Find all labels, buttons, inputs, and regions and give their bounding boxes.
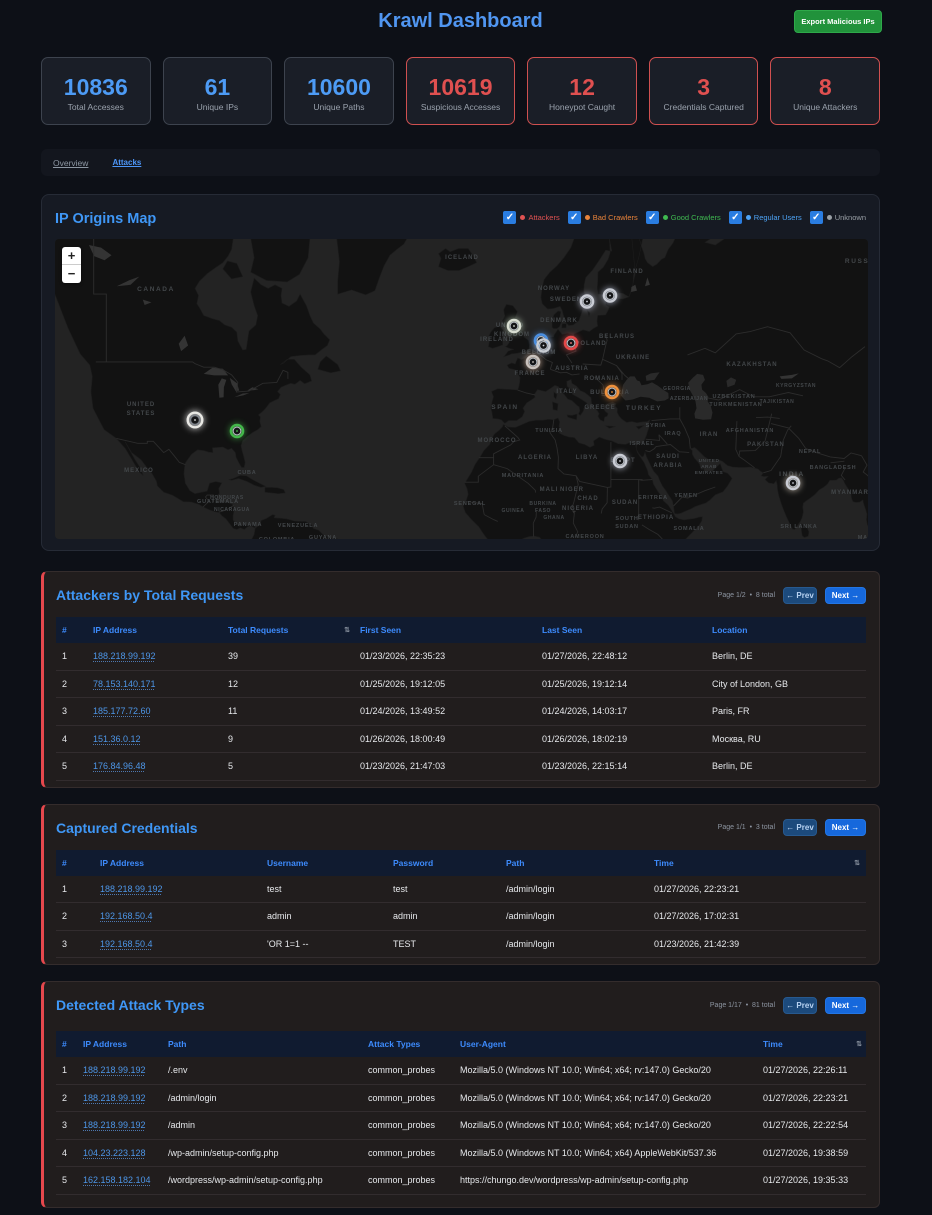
svg-text:MOROCCO: MOROCCO — [478, 438, 517, 444]
svg-text:CANADA: CANADA — [137, 286, 175, 293]
svg-text:GHANA: GHANA — [543, 515, 564, 521]
svg-text:SYRIA: SYRIA — [646, 423, 667, 429]
svg-text:CAMEROON: CAMEROON — [565, 534, 604, 539]
svg-text:VENEZUELA: VENEZUELA — [278, 523, 319, 529]
svg-text:NICARAGUA: NICARAGUA — [214, 507, 250, 513]
svg-text:TUNISIA: TUNISIA — [535, 428, 563, 434]
svg-text:GREECE: GREECE — [584, 405, 615, 411]
svg-text:AUSTRIA: AUSTRIA — [555, 366, 589, 372]
svg-text:SUDAN: SUDAN — [615, 524, 639, 530]
svg-text:ARABIA: ARABIA — [653, 463, 682, 469]
svg-text:TURKEY: TURKEY — [626, 405, 662, 412]
svg-text:UKRAINE: UKRAINE — [616, 355, 650, 361]
svg-text:ARAB: ARAB — [701, 464, 717, 470]
svg-text:NEPAL: NEPAL — [799, 449, 821, 455]
svg-text:COLOMBIA: COLOMBIA — [259, 537, 295, 539]
svg-text:AFGHANISTAN: AFGHANISTAN — [726, 428, 774, 434]
svg-text:SPAIN: SPAIN — [491, 404, 518, 411]
svg-text:NIGERIA: NIGERIA — [562, 506, 594, 512]
svg-text:ALGERIA: ALGERIA — [518, 455, 552, 461]
svg-text:ISRAEL: ISRAEL — [630, 441, 655, 447]
svg-text:GEORGIA: GEORGIA — [663, 386, 691, 392]
svg-text:ETHIOPIA: ETHIOPIA — [638, 515, 674, 521]
svg-text:STATES: STATES — [127, 411, 156, 417]
svg-text:UNITED: UNITED — [127, 402, 155, 408]
svg-text:FINLAND: FINLAND — [610, 269, 643, 275]
svg-text:IRAN: IRAN — [700, 432, 719, 438]
svg-text:DENMARK: DENMARK — [540, 318, 578, 324]
svg-text:YEMEN: YEMEN — [674, 493, 698, 499]
svg-text:IRAQ: IRAQ — [665, 431, 682, 437]
svg-text:ITALY: ITALY — [556, 389, 577, 395]
svg-text:TAJIKISTAN: TAJIKISTAN — [760, 399, 795, 405]
svg-text:MALI: MALI — [540, 487, 559, 493]
svg-text:RUSSIA: RUSSIA — [845, 258, 868, 265]
svg-text:POLAND: POLAND — [575, 341, 606, 347]
svg-text:SOUTH: SOUTH — [615, 516, 638, 522]
svg-text:EMIRATES: EMIRATES — [695, 470, 724, 476]
svg-text:BELARUS: BELARUS — [599, 334, 635, 340]
svg-text:SUDAN: SUDAN — [612, 500, 638, 506]
svg-text:SWEDEN: SWEDEN — [550, 297, 582, 303]
svg-text:UZBEKISTAN: UZBEKISTAN — [712, 394, 755, 400]
svg-text:PAKISTAN: PAKISTAN — [747, 442, 785, 448]
svg-text:MAURITANIA: MAURITANIA — [502, 473, 544, 479]
svg-text:GUYANA: GUYANA — [309, 535, 337, 539]
svg-text:MYANMAR: MYANMAR — [831, 490, 868, 496]
svg-text:SENEGAL: SENEGAL — [454, 501, 486, 507]
svg-text:SOMALIA: SOMALIA — [674, 526, 705, 532]
svg-text:ICELAND: ICELAND — [445, 255, 479, 261]
svg-text:NORWAY: NORWAY — [538, 286, 570, 292]
svg-text:KAZAKHSTAN: KAZAKHSTAN — [726, 362, 777, 368]
svg-text:BURKINA: BURKINA — [529, 501, 556, 507]
svg-text:GUINEA: GUINEA — [501, 508, 524, 514]
svg-text:ROMANIA: ROMANIA — [584, 376, 620, 382]
svg-text:TURKMENISTAN: TURKMENISTAN — [709, 402, 762, 408]
svg-text:IRELAND: IRELAND — [480, 337, 514, 343]
svg-text:PANAMA: PANAMA — [234, 522, 263, 528]
svg-text:AZERBAIJAN: AZERBAIJAN — [670, 396, 708, 402]
svg-text:LIBYA: LIBYA — [576, 455, 598, 461]
svg-text:MEXICO: MEXICO — [124, 468, 154, 474]
svg-text:ERITREA: ERITREA — [638, 495, 668, 501]
svg-text:KYRGYZSTAN: KYRGYZSTAN — [776, 383, 816, 389]
svg-text:MALAYSIA: MALAYSIA — [858, 535, 868, 539]
svg-text:SRI LANKA: SRI LANKA — [780, 524, 817, 530]
svg-text:FASO: FASO — [535, 508, 551, 514]
svg-text:SAUDI: SAUDI — [656, 454, 680, 460]
svg-text:UNITED: UNITED — [699, 458, 720, 464]
svg-text:FRANCE: FRANCE — [515, 371, 546, 377]
svg-text:CUBA: CUBA — [237, 470, 256, 476]
svg-text:BANGLADESH: BANGLADESH — [810, 465, 857, 471]
svg-text:HONDURAS: HONDURAS — [210, 495, 244, 501]
svg-text:NIGER: NIGER — [560, 487, 584, 493]
svg-text:CHAD: CHAD — [577, 496, 598, 502]
